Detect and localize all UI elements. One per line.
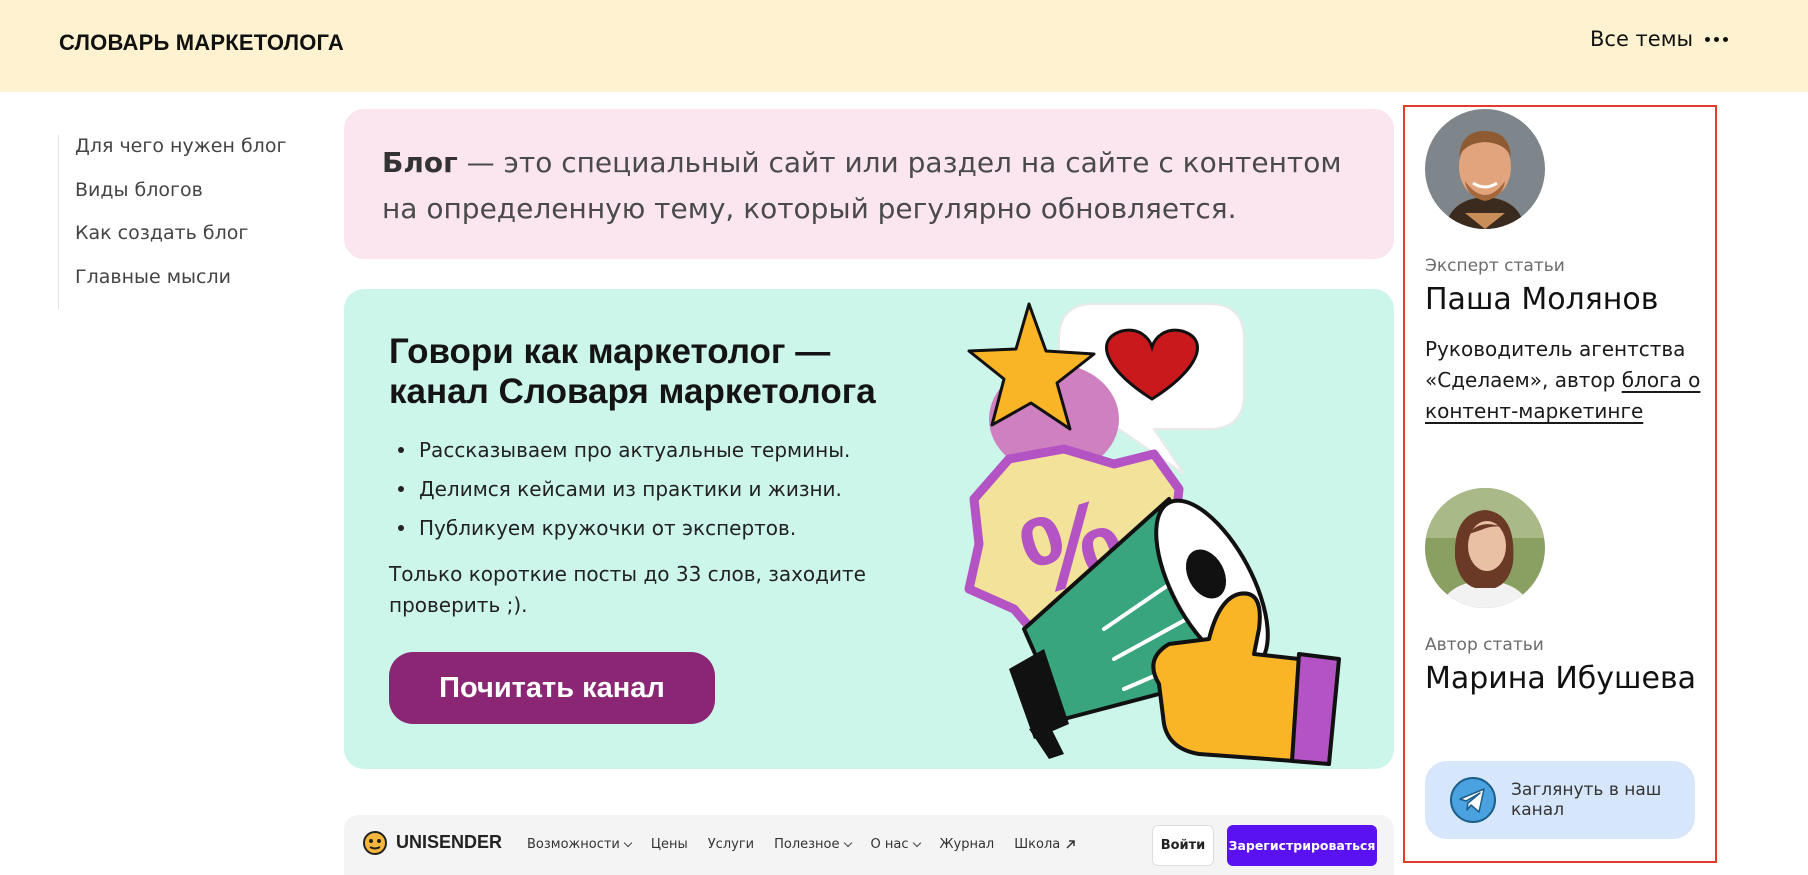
definition-card: Блог — это специальный сайт или раздел н… xyxy=(344,109,1394,259)
embed-nav: Возможности Цены Услуги Полезное О нас Ж… xyxy=(527,837,1076,852)
authors-sidebar: Эксперт статьи Паша Молянов Руководитель… xyxy=(1403,105,1717,863)
promo-bullet: Публикуем кружочки от экспертов. xyxy=(389,514,949,553)
unisender-mascot-icon xyxy=(363,831,387,855)
definition-body: — это специальный сайт или раздел на сай… xyxy=(382,146,1342,225)
embed-nav-label: Школа xyxy=(1014,837,1061,852)
embedded-screenshot: UNISENDER Возможности Цены Услуги Полезн… xyxy=(344,815,1394,875)
embed-nav-label: О нас xyxy=(870,837,909,852)
table-of-contents: Для чего нужен блог Виды блогов Как созд… xyxy=(58,135,308,309)
megaphone-illustration: % xyxy=(964,302,1341,766)
embed-nav-label: Возможности xyxy=(527,837,620,852)
unisender-logo[interactable]: UNISENDER xyxy=(362,829,502,855)
more-dots-icon[interactable] xyxy=(1705,36,1729,42)
definition-term: Блог xyxy=(382,146,458,179)
toc-item-key-takeaways[interactable]: Главные мысли xyxy=(75,266,308,295)
toc-item-types[interactable]: Виды блогов xyxy=(75,179,308,208)
all-topics-label[interactable]: Все темы xyxy=(1590,27,1693,51)
unisender-logo-text: UNISENDER xyxy=(396,831,503,852)
chevron-down-icon xyxy=(843,838,852,847)
promo-bullet-list: Рассказываем про актуальные термины. Дел… xyxy=(389,436,949,553)
telegram-channel-button[interactable]: Заглянуть в наш канал xyxy=(1425,761,1695,839)
expert-name: Паша Молянов xyxy=(1425,282,1659,317)
embed-nav-school[interactable]: Школа xyxy=(1014,837,1076,852)
definition-text: Блог — это специальный сайт или раздел н… xyxy=(382,140,1356,232)
embed-nav-label: Полезное xyxy=(774,837,840,852)
embed-nav-services[interactable]: Услуги xyxy=(708,837,754,852)
embed-login-button[interactable]: Войти xyxy=(1152,825,1214,866)
promo-bullet: Рассказываем про актуальные термины. xyxy=(389,436,949,475)
author-role: Автор статьи xyxy=(1425,635,1544,655)
chevron-down-icon xyxy=(912,838,921,847)
external-arrow-icon xyxy=(1066,840,1075,849)
site-logo[interactable]: СЛОВАРЬ МАРКЕТОЛОГА xyxy=(59,30,344,56)
author-avatar xyxy=(1425,488,1545,608)
expert-role: Эксперт статьи xyxy=(1425,256,1565,276)
author-name: Марина Ибушева xyxy=(1425,661,1697,696)
embed-nav-label: Журнал xyxy=(939,837,995,852)
telegram-icon xyxy=(1450,777,1496,823)
embed-nav-prices[interactable]: Цены xyxy=(651,837,688,852)
embed-nav-label: Цены xyxy=(650,837,688,852)
promo-bullet: Делимся кейсами из практики и жизни. xyxy=(389,475,949,514)
telegram-promo-card: Говори как маркетолог — канал Словаря ма… xyxy=(344,289,1394,769)
read-channel-button[interactable]: Почитать канал xyxy=(389,652,715,724)
toc-item-purpose[interactable]: Для чего нужен блог xyxy=(75,135,308,164)
embed-nav-journal[interactable]: Журнал xyxy=(940,837,995,852)
expert-avatar xyxy=(1425,109,1545,229)
chevron-down-icon xyxy=(623,838,633,847)
promo-title: Говори как маркетолог — канал Словаря ма… xyxy=(389,332,876,411)
toc-item-how-to-create[interactable]: Как создать блог xyxy=(75,222,308,251)
telegram-channel-label: Заглянуть в наш канал xyxy=(1511,780,1662,820)
expert-description: Руководитель агентства «Сделаем», автор … xyxy=(1425,334,1715,427)
embed-nav-features[interactable]: Возможности xyxy=(527,837,633,852)
all-topics-menu[interactable]: Все темы xyxy=(1590,27,1729,51)
embed-nav-useful[interactable]: Полезное xyxy=(774,837,852,852)
embed-nav-about[interactable]: О нас xyxy=(870,837,921,852)
promo-note: Только короткие посты до 33 слов, заходи… xyxy=(389,562,866,617)
embed-nav-label: Услуги xyxy=(707,837,755,852)
site-header: СЛОВАРЬ МАРКЕТОЛОГА Все темы xyxy=(0,0,1808,92)
embed-register-button[interactable]: Зарегистрироваться xyxy=(1227,825,1377,866)
